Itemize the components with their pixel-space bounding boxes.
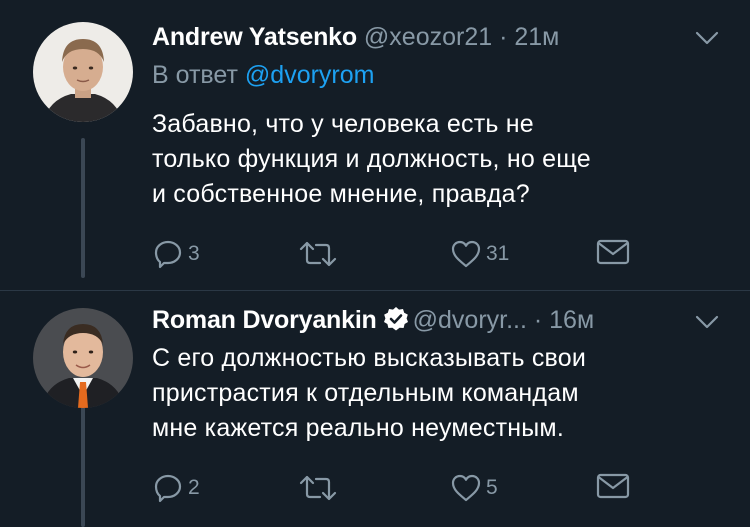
chevron-down-icon[interactable] xyxy=(694,314,720,335)
heart-icon xyxy=(451,240,481,268)
like-button[interactable]: 5 xyxy=(450,472,498,504)
reply-button[interactable]: 3 xyxy=(152,238,200,270)
author-handle[interactable]: @xeozor21 xyxy=(364,23,492,51)
thread-line xyxy=(81,138,85,278)
reply-context: В ответ @dvoryrom xyxy=(152,60,374,90)
reply-icon xyxy=(154,474,182,503)
text-line: Забавно, что у человека есть не xyxy=(152,110,534,138)
tweet-header: Roman Dvoryankin @dvoryr... · 16м xyxy=(152,305,594,339)
avatar[interactable] xyxy=(33,308,133,408)
envelope-icon xyxy=(596,239,630,265)
tweet-actions: 2 5 xyxy=(152,472,632,512)
reply-count: 2 xyxy=(188,476,200,499)
separator: · xyxy=(492,23,515,51)
tweet-actions: 3 31 xyxy=(152,238,632,278)
author-handle[interactable]: @dvoryr... xyxy=(413,306,527,334)
text-line: только функция и должность, но еще xyxy=(152,145,591,173)
retweet-icon xyxy=(299,241,337,267)
text-line: и собственное мнение, правда? xyxy=(152,180,530,208)
like-count: 5 xyxy=(486,476,498,499)
text-line: С его должностью высказывать свои xyxy=(152,344,586,372)
author-name[interactable]: Andrew Yatsenko xyxy=(152,23,357,51)
retweet-icon xyxy=(299,475,337,501)
tweet[interactable]: Roman Dvoryankin @dvoryr... · 16м С его д… xyxy=(0,290,750,527)
chevron-down-icon[interactable] xyxy=(694,30,720,51)
reply-count: 3 xyxy=(188,242,200,265)
tweet[interactable]: Andrew Yatsenko @xeozor21 · 21м В ответ … xyxy=(0,0,750,290)
retweet-button[interactable] xyxy=(298,238,342,270)
verified-badge-icon xyxy=(383,306,409,339)
author-name[interactable]: Roman Dvoryankin xyxy=(152,306,377,334)
reply-mention-link[interactable]: @dvoryrom xyxy=(245,61,375,89)
tweet-text: С его должностью высказывать свои пристр… xyxy=(152,341,722,446)
timestamp[interactable]: 21м xyxy=(514,23,559,51)
reply-icon xyxy=(154,240,182,269)
text-line: мне кажется реально неуместным. xyxy=(152,414,564,442)
thread-line xyxy=(81,398,85,527)
direct-message-button[interactable] xyxy=(596,472,630,500)
envelope-icon xyxy=(596,473,630,499)
tweet-text: Забавно, что у человека есть не только ф… xyxy=(152,107,722,212)
heart-icon xyxy=(451,474,481,502)
retweet-button[interactable] xyxy=(298,472,342,504)
direct-message-button[interactable] xyxy=(596,238,630,266)
reply-prefix: В ответ xyxy=(152,61,245,89)
text-line: пристрастия к отдельным командам xyxy=(152,379,579,407)
reply-button[interactable]: 2 xyxy=(152,472,200,504)
like-button[interactable]: 31 xyxy=(450,238,509,270)
timestamp[interactable]: 16м xyxy=(549,306,594,334)
avatar[interactable] xyxy=(33,22,133,122)
tweet-header: Andrew Yatsenko @xeozor21 · 21м xyxy=(152,22,559,52)
like-count: 31 xyxy=(486,242,510,265)
separator: · xyxy=(526,306,550,334)
